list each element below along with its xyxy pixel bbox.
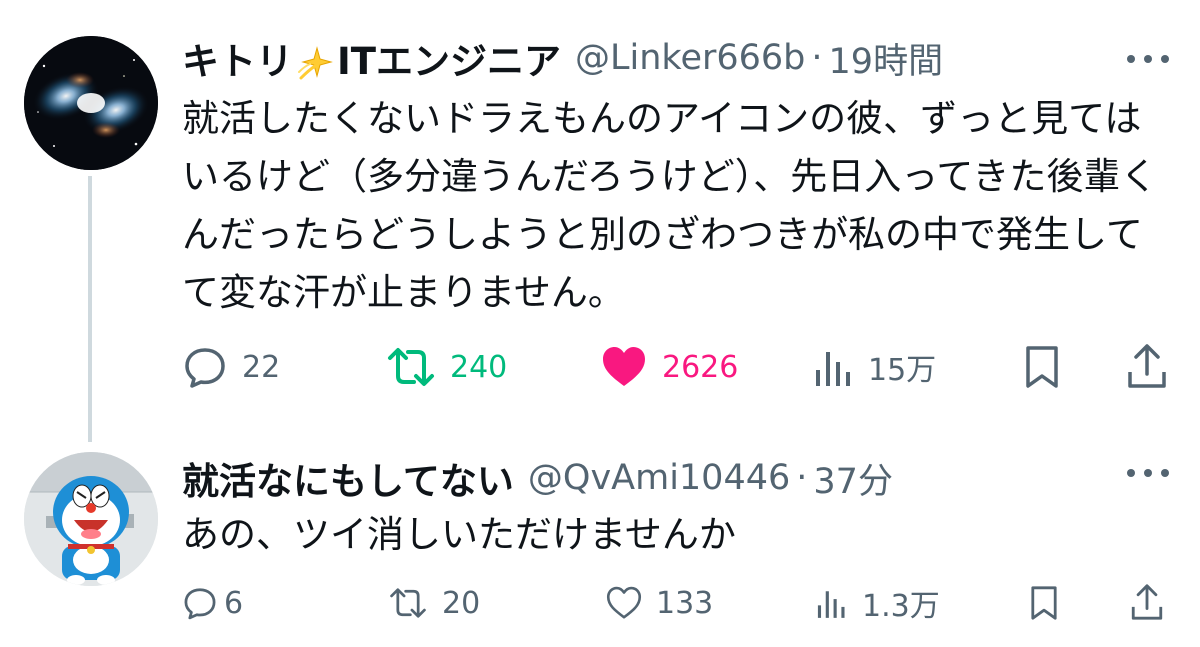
reply-count: 22	[242, 349, 281, 385]
reply-count: 6	[224, 585, 244, 621]
tweet-header: 就活なにもしてない @QvAmi10446 · 37分	[182, 450, 893, 506]
tweet-text: 就活したくないドラえもんのアイコンの彼、ずっと見てはいるけど（多分違うんだろうけ…	[182, 97, 1158, 314]
share-icon[interactable]	[1130, 582, 1164, 622]
doraemon-avatar-image	[24, 452, 158, 586]
views-icon	[816, 352, 850, 386]
reply-button[interactable]: 22	[182, 342, 280, 392]
separator-dot: ·	[796, 458, 808, 498]
like-button[interactable]: 2626	[600, 342, 738, 392]
like-count: 133	[656, 585, 714, 621]
tweet-text: あの、ツイ消しいただけませんか	[182, 513, 736, 556]
views-count: 15万	[868, 353, 937, 388]
user-handle[interactable]: @Linker666b	[575, 38, 805, 78]
display-name[interactable]: 就活なにもしてない	[182, 451, 514, 505]
retweet-count: 240	[450, 349, 508, 385]
like-icon	[603, 347, 645, 386]
timestamp[interactable]: 19時間	[829, 33, 944, 84]
display-name-suffix: ITエンジニア	[337, 40, 562, 83]
sparkle-icon	[298, 45, 333, 79]
share-icon[interactable]	[1126, 342, 1168, 390]
display-name[interactable]: キトリ ITエンジニア	[182, 31, 561, 85]
display-name-prefix: キトリ	[182, 40, 293, 83]
thread-connector-line	[88, 176, 92, 442]
reply-icon	[185, 348, 225, 388]
bookmark-icon[interactable]	[1022, 344, 1062, 390]
reply-icon	[184, 588, 216, 620]
more-icon[interactable]	[1126, 468, 1170, 478]
user-handle[interactable]: @QvAmi10446	[528, 458, 790, 498]
tweet[interactable]: 就活なにもしてない @QvAmi10446 · 37分 あの、ツイ消しいただけま…	[0, 440, 1200, 647]
views-button[interactable]: 15万	[814, 342, 936, 392]
retweet-button[interactable]: 20	[388, 578, 480, 628]
timestamp[interactable]: 37分	[813, 453, 893, 504]
like-icon	[606, 586, 642, 619]
separator-dot: ·	[811, 38, 823, 78]
bookmark-icon[interactable]	[1028, 584, 1060, 622]
retweet-icon	[388, 348, 434, 386]
more-icon[interactable]	[1126, 54, 1170, 64]
like-count: 2626	[662, 349, 739, 385]
tweet-header: キトリ ITエンジニア @Linker666b · 19時間	[182, 30, 943, 86]
avatar[interactable]	[24, 452, 158, 586]
retweet-icon	[390, 588, 426, 618]
avatar[interactable]	[24, 36, 158, 170]
nebula-avatar-image	[24, 36, 158, 170]
views-button[interactable]: 1.3万	[816, 578, 940, 628]
retweet-count: 20	[442, 585, 481, 621]
views-icon	[817, 591, 845, 618]
retweet-button[interactable]: 240	[386, 342, 507, 392]
tweet[interactable]: キトリ ITエンジニア @Linker666b · 19時間 就活したくないドラ…	[0, 0, 1200, 442]
tweet-actions: 22 240 2626 15万	[182, 342, 1172, 392]
views-count: 1.3万	[862, 589, 940, 624]
tweet-actions: 6 20 133 1.3万	[182, 578, 1172, 628]
like-button[interactable]: 133	[606, 578, 713, 628]
reply-button[interactable]: 6	[182, 578, 243, 628]
